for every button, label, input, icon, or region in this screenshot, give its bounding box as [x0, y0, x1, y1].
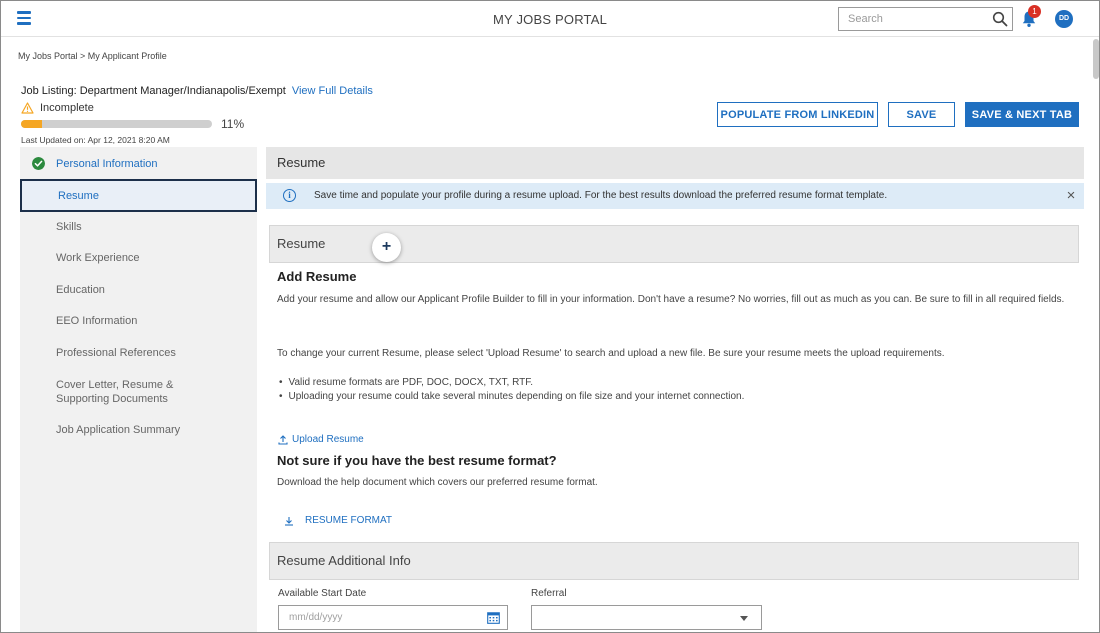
status-text: Incomplete — [40, 102, 94, 114]
chevron-down-icon — [740, 616, 748, 621]
sidebar-item-personal-information[interactable]: Personal Information — [20, 157, 257, 171]
sidebar-item-professional-references[interactable]: Professional References — [20, 346, 257, 360]
plus-icon[interactable]: + — [372, 233, 401, 262]
top-bar: MY JOBS PORTAL 1 DD — [1, 1, 1099, 37]
sidebar-item-work-experience[interactable]: Work Experience — [20, 251, 257, 265]
list-item: Valid resume formats are PDF, DOC, DOCX,… — [277, 376, 744, 390]
referral-select[interactable] — [531, 605, 762, 630]
progress-fill — [21, 120, 42, 128]
sidebar-item-label: Education — [56, 284, 105, 296]
sidebar-item-label: EEO Information — [56, 315, 138, 327]
start-date-input[interactable] — [279, 606, 479, 629]
sidebar-item-label: Cover Letter, Resume & Supporting Docume… — [56, 379, 174, 405]
sidebar-item-resume[interactable]: Resume — [20, 179, 257, 212]
calendar-icon[interactable] — [487, 611, 500, 624]
requirements-list: Valid resume formats are PDF, DOC, DOCX,… — [277, 376, 745, 404]
format-text: Download the help document which covers … — [277, 477, 598, 488]
add-resume-text: Add your resume and allow our Applicant … — [277, 294, 1065, 305]
progress-bar — [21, 120, 212, 128]
avatar[interactable]: DD — [1055, 10, 1073, 28]
sidebar-item-cover-letter[interactable]: Cover Letter, Resume & Supporting Docume… — [20, 378, 220, 406]
info-banner: i Save time and populate your profile du… — [266, 183, 1084, 209]
page: MY JOBS PORTAL 1 DD My Jobs Portal > My … — [0, 0, 1100, 633]
format-title: Not sure if you have the best resume for… — [277, 453, 557, 468]
search-field[interactable] — [838, 7, 1013, 31]
notification-badge: 1 — [1028, 5, 1041, 18]
resume-format-link[interactable]: RESUME FORMAT — [284, 515, 392, 526]
populate-linkedin-button[interactable]: POPULATE FROM LINKEDIN — [717, 102, 878, 127]
last-updated: Last Updated on: Apr 12, 2021 8:20 AM — [21, 135, 170, 145]
sidebar-item-label: Personal Information — [56, 158, 158, 170]
sidebar-item-label: Skills — [56, 221, 82, 233]
job-listing-label: Job Listing: Department Manager/Indianap… — [21, 85, 286, 97]
sidebar-item-education[interactable]: Education — [20, 283, 257, 297]
sidebar-item-label: Work Experience — [56, 252, 140, 264]
search-input[interactable] — [839, 8, 979, 30]
list-item: Uploading your resume could take several… — [277, 390, 745, 404]
view-full-details-link[interactable]: View Full Details — [292, 85, 373, 97]
progress-percent: 11% — [221, 117, 245, 131]
search-icon[interactable] — [992, 11, 1008, 27]
upload-resume-label: Upload Resume — [292, 434, 364, 445]
download-icon — [285, 516, 293, 526]
sidebar-item-job-application-summary[interactable]: Job Application Summary — [20, 423, 257, 437]
breadcrumb: My Jobs Portal > My Applicant Profile — [18, 51, 167, 61]
sidebar-item-eeo-information[interactable]: EEO Information — [20, 314, 257, 328]
resume-format-label: RESUME FORMAT — [305, 515, 393, 526]
scrollbar[interactable] — [1093, 39, 1099, 79]
add-resume-title: Add Resume — [277, 269, 357, 284]
referral-label: Referral — [531, 588, 567, 599]
upload-resume-link[interactable]: Upload Resume — [278, 434, 364, 445]
close-icon[interactable]: × — [1064, 183, 1078, 209]
save-button[interactable]: SAVE — [888, 102, 955, 127]
main-header: Resume — [266, 147, 1084, 179]
start-date-label: Available Start Date — [278, 588, 367, 599]
info-icon: i — [283, 189, 296, 202]
status-line: Incomplete — [21, 102, 94, 114]
upload-icon — [278, 434, 288, 445]
start-date-field[interactable] — [278, 605, 508, 630]
section-header-additional-info: Resume Additional Info — [269, 542, 1079, 580]
banner-text: Save time and populate your profile duri… — [314, 190, 888, 201]
change-resume-text: To change your current Resume, please se… — [277, 348, 945, 359]
warning-icon — [21, 102, 34, 114]
check-icon — [32, 157, 45, 170]
sidebar-item-label: Professional References — [56, 347, 176, 359]
job-listing: Job Listing: Department Manager/Indianap… — [21, 85, 373, 97]
sidebar-item-label: Resume — [58, 190, 99, 202]
sidebar-item-label: Job Application Summary — [56, 424, 181, 436]
sidebar: Personal Information Resume Skills Work … — [20, 147, 257, 632]
sidebar-item-skills[interactable]: Skills — [20, 220, 257, 234]
save-next-tab-button[interactable]: SAVE & NEXT TAB — [965, 102, 1079, 127]
